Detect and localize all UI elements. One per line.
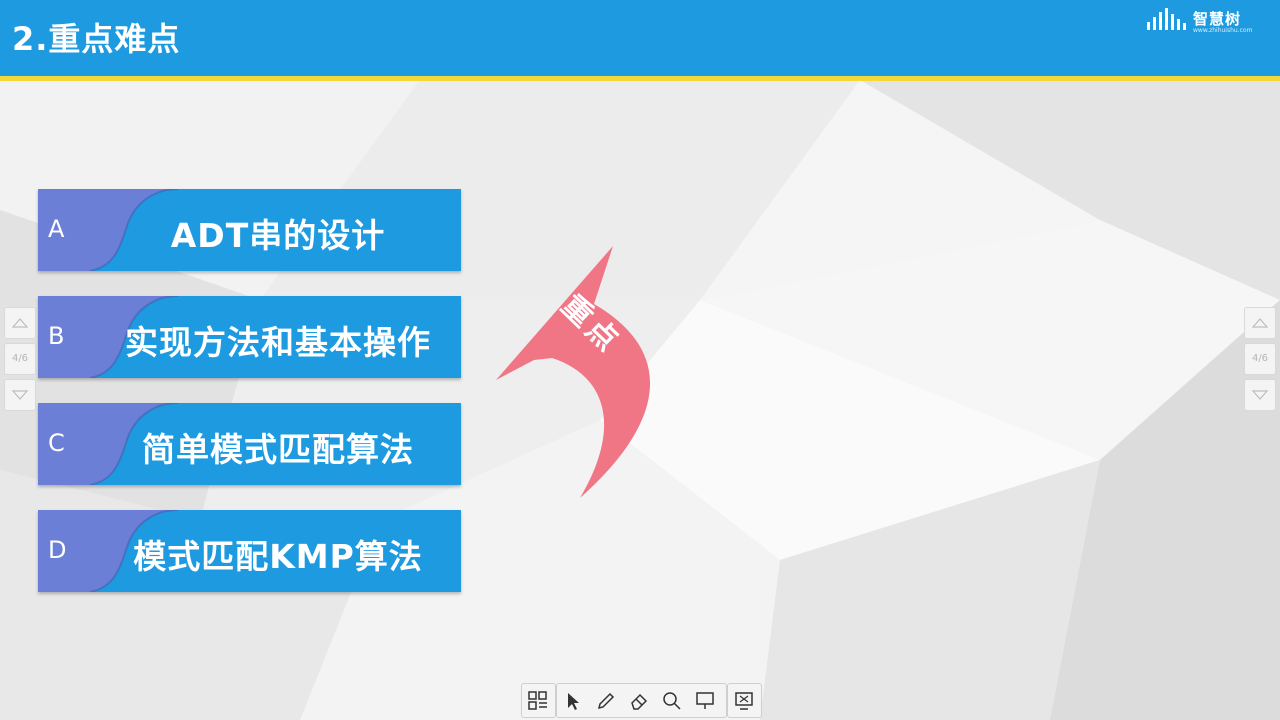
header-bar xyxy=(0,0,1280,76)
item-label: 模式匹配KMP算法 xyxy=(133,537,423,576)
grid-button[interactable] xyxy=(522,684,554,717)
right-page-nav: 4/6 xyxy=(1244,307,1276,411)
item-label: ADT串的设计 xyxy=(170,216,386,255)
search-button[interactable] xyxy=(656,684,688,717)
cursor-icon xyxy=(568,693,579,710)
next-page-button[interactable] xyxy=(1244,379,1276,411)
item-d[interactable]: D 模式匹配KMP算法 xyxy=(38,510,461,592)
next-page-button[interactable] xyxy=(4,379,36,411)
page-indicator: 4/6 xyxy=(1244,343,1276,375)
item-label: 简单模式匹配算法 xyxy=(142,430,414,469)
prev-page-button[interactable] xyxy=(4,307,36,339)
chevron-down-icon xyxy=(1252,390,1268,400)
item-letter: A xyxy=(48,215,65,243)
chevron-down-icon xyxy=(12,390,28,400)
item-letter: D xyxy=(48,536,67,564)
eraser-button[interactable] xyxy=(623,684,655,717)
whiteboard-icon xyxy=(735,692,753,710)
pen-icon xyxy=(597,692,615,710)
item-a[interactable]: A ADT串的设计 xyxy=(38,189,461,271)
page-indicator: 4/6 xyxy=(4,343,36,375)
page-title: 2.重点难点 xyxy=(12,20,181,58)
screen-icon xyxy=(696,692,714,709)
eraser-icon xyxy=(631,693,648,710)
logo-subtext: www.zhihuishu.com xyxy=(1193,27,1253,34)
toolbar-whiteboard xyxy=(727,683,762,718)
item-b[interactable]: B 实现方法和基本操作 xyxy=(38,296,461,378)
left-page-nav: 4/6 xyxy=(4,307,36,411)
item-label: 实现方法和基本操作 xyxy=(125,323,431,362)
chevron-up-icon xyxy=(12,318,28,328)
whiteboard-button[interactable] xyxy=(728,684,760,717)
slide: 2.重点难点 智慧树 www.zhihuishu.com A ADT串的设计 B… xyxy=(0,0,1280,720)
search-icon xyxy=(663,692,681,710)
screen-button[interactable] xyxy=(689,684,721,717)
cursor-button[interactable] xyxy=(557,684,589,717)
prev-page-button[interactable] xyxy=(1244,307,1276,339)
header-stripe xyxy=(0,76,1280,81)
item-c[interactable]: C 简单模式匹配算法 xyxy=(38,403,461,485)
logo-text: 智慧树 xyxy=(1193,10,1242,28)
grid-icon xyxy=(528,691,547,710)
item-letter: B xyxy=(48,322,65,350)
pen-button[interactable] xyxy=(590,684,622,717)
item-letter: C xyxy=(48,429,65,457)
chevron-up-icon xyxy=(1252,318,1268,328)
toolbar-menu xyxy=(521,683,556,718)
toolbar-tools xyxy=(556,683,727,718)
